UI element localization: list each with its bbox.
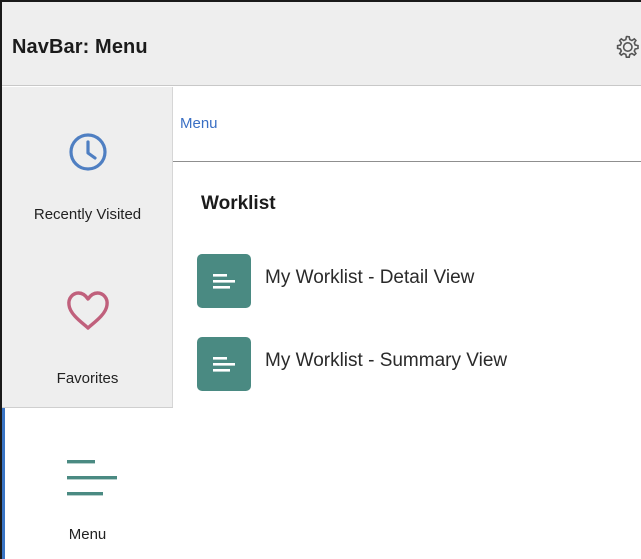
- section-title: Worklist: [201, 193, 276, 214]
- menu-item-label: My Worklist - Summary View: [265, 350, 508, 371]
- document-lines-icon: [197, 254, 251, 308]
- menu-content: Menu Worklist My Worklist - Detail View: [173, 87, 641, 559]
- sidebar-item-label: Favorites: [56, 370, 119, 387]
- heart-icon: [67, 291, 109, 330]
- breadcrumb[interactable]: Menu: [180, 115, 218, 132]
- gear-icon[interactable]: [613, 33, 641, 61]
- clock-icon: [69, 133, 107, 171]
- sidebar-item-favorites[interactable]: Favorites: [2, 247, 173, 407]
- navbar-header: NavBar: Menu: [2, 2, 641, 86]
- sidebar-item-label: Menu: [68, 526, 107, 543]
- menu-item-label: My Worklist - Detail View: [265, 267, 475, 288]
- menu-item-detail-view[interactable]: My Worklist - Detail View: [197, 254, 617, 308]
- sidebar-item-label: Recently Visited: [33, 206, 142, 223]
- breadcrumb-bar: Menu: [173, 87, 641, 162]
- document-lines-icon: [197, 337, 251, 391]
- menu-item-summary-view[interactable]: My Worklist - Summary View: [197, 337, 617, 391]
- sidebar-item-menu[interactable]: Menu: [2, 407, 173, 559]
- navbar-title: NavBar: Menu: [12, 36, 148, 58]
- navbar-panel: NavBar: Menu Recently Visited Favorites: [0, 0, 641, 559]
- menu-lines-icon: [67, 460, 117, 496]
- navbar-sidebar: Recently Visited Favorites Menu: [2, 87, 173, 559]
- sidebar-item-recently-visited[interactable]: Recently Visited: [2, 87, 173, 247]
